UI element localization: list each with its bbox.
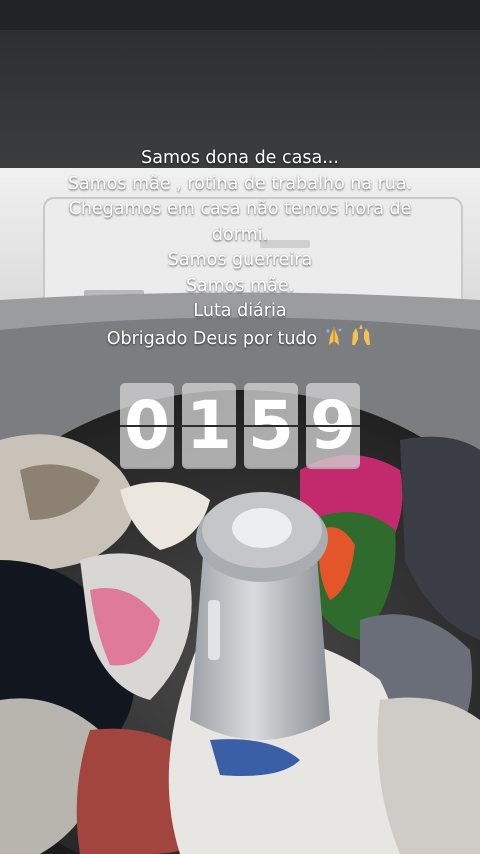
caption-line-last: Obrigado Deus por tudo	[0, 324, 480, 353]
story-view: Samos dona de casa... Samos mãe , rotina…	[0, 0, 480, 854]
caption-line-text: Obrigado Deus por tudo	[106, 328, 318, 349]
caption-line: Samos dona de casa...	[141, 148, 339, 168]
emoji-group	[323, 324, 373, 347]
caption-line: Chegamos em casa não temos hora de dormi…	[68, 199, 412, 245]
caption-line: Samos guerreira	[167, 250, 313, 270]
timer-divider	[120, 425, 360, 427]
praying-hands-icon	[326, 326, 342, 345]
caption-line: Samos mãe , rotina de trabalho na rua.	[67, 173, 413, 194]
caption-line: Samos mãe.	[185, 275, 295, 296]
countdown-sticker: 0 1 5 9	[120, 383, 360, 471]
caption-line: Luta diária	[193, 301, 287, 321]
story-caption: Samos dona de casa... Samos mãe , rotina…	[0, 146, 480, 352]
raising-hands-icon	[352, 324, 371, 345]
